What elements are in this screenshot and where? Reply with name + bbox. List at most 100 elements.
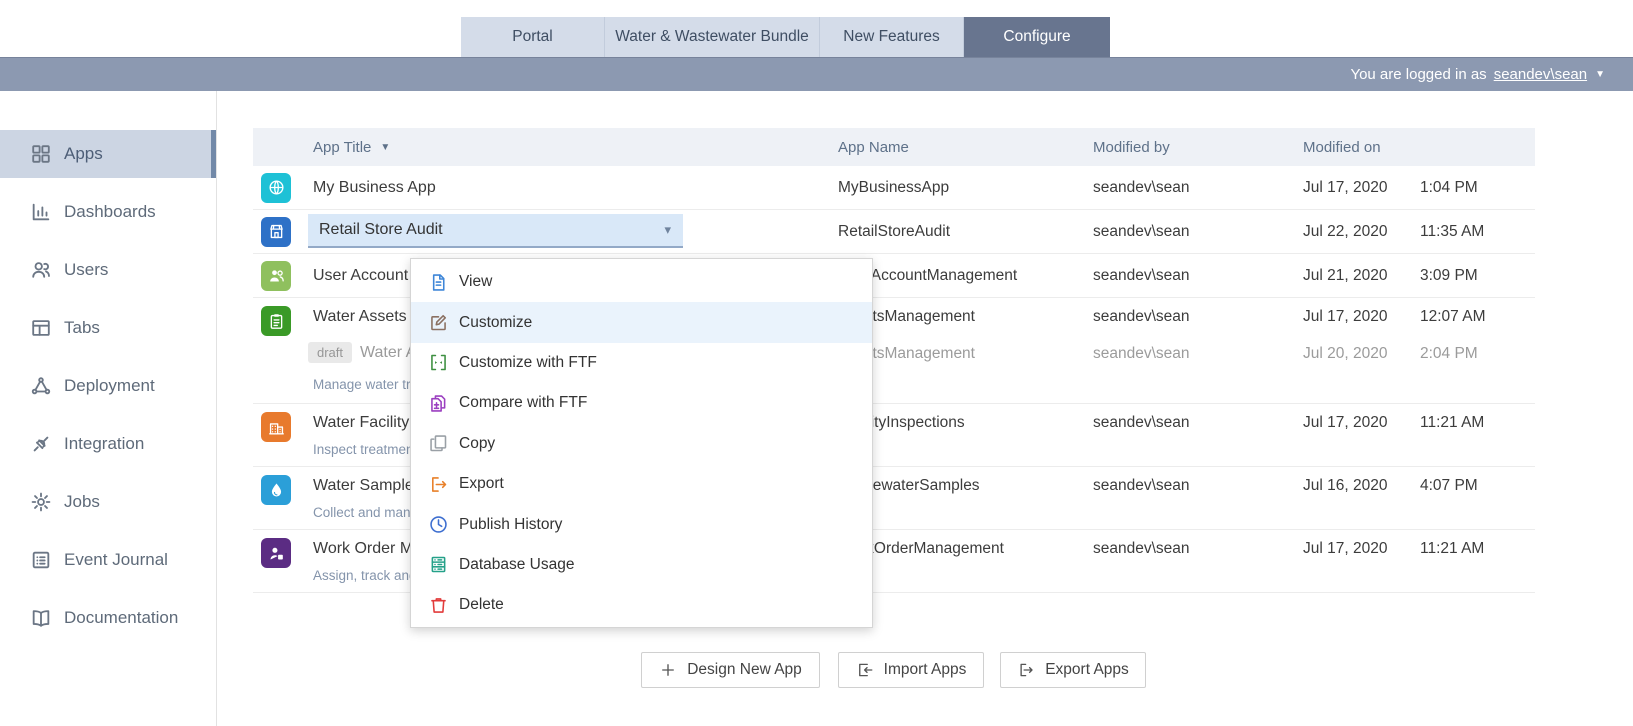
menu-item-export[interactable]: Export [411,464,872,504]
modified-date: Jul 16, 2020 [1303,477,1387,495]
modified-date: Jul 22, 2020 [1303,223,1387,241]
modified-date: Jul 17, 2020 [1303,414,1387,432]
export-icon [1017,661,1035,679]
column-header-app-name[interactable]: App Name [838,128,909,166]
button-label: Design New App [687,661,802,679]
tab-portal[interactable]: Portal [461,17,605,57]
tabs-icon [30,317,52,339]
users-icon [30,259,52,281]
customize-icon [428,312,449,333]
login-bar: You are logged in as seandev\sean ▼ [0,57,1633,91]
sidebar-item-label: Deployment [64,376,155,396]
import-apps-button[interactable]: Import Apps [838,652,984,688]
sidebar-item-event-journal[interactable]: Event Journal [0,536,216,584]
export-apps-button[interactable]: Export Apps [1000,652,1146,688]
history-icon [428,514,449,535]
modified-by: seandev\sean [1093,477,1190,495]
sidebar-item-label: Event Journal [64,550,168,570]
worker-app-icon [261,538,291,568]
grid-icon [30,143,52,165]
modified-by: seandev\sean [1093,540,1190,558]
modified-date: Jul 17, 2020 [1303,308,1387,326]
menu-item-label: Customize with FTF [459,354,597,372]
import-icon [856,661,874,679]
design-new-app-button[interactable]: Design New App [641,652,820,688]
menu-item-publish-history[interactable]: Publish History [411,504,872,544]
menu-item-label: Compare with FTF [459,394,587,412]
table-row[interactable]: My Business AppMyBusinessAppseandev\sean… [253,166,1535,210]
plug-icon [30,433,52,455]
sidebar-item-label: Apps [64,144,103,164]
menu-item-customize[interactable]: Customize [411,302,872,342]
menu-item-view[interactable]: View [411,262,872,302]
menu-item-label: Delete [459,596,504,614]
menu-item-label: View [459,273,492,291]
sidebar-item-users[interactable]: Users [0,246,216,294]
sidebar-item-label: Integration [64,434,144,454]
user-menu-caret-icon[interactable]: ▼ [1595,69,1605,80]
plus-icon [659,661,677,679]
sidebar-item-integration[interactable]: Integration [0,420,216,468]
sidebar-item-tabs[interactable]: Tabs [0,304,216,352]
modified-time: 12:07 AM [1420,308,1486,326]
sidebar-item-label: Tabs [64,318,100,338]
username-link[interactable]: seandev\sean [1494,66,1587,83]
menu-item-delete[interactable]: Delete [411,585,872,625]
dropdown-caret-icon: ▾ [664,222,671,238]
app-title: My Business App [313,179,436,197]
modified-time: 1:04 PM [1420,179,1478,197]
store-app-icon [261,217,291,247]
app-name: RetailStoreAudit [838,223,950,241]
copy-icon [428,433,449,454]
draft-badge: draft [308,342,352,363]
tab-configure[interactable]: Configure [964,17,1110,57]
menu-item-copy[interactable]: Copy [411,424,872,464]
top-tab-bar: PortalWater & Wastewater BundleNew Featu… [461,17,1110,57]
view-icon [428,272,449,293]
export-icon [428,474,449,495]
menu-item-database-usage[interactable]: Database Usage [411,545,872,585]
sidebar-item-label: Users [64,260,108,280]
sort-desc-icon: ▼ [380,142,390,153]
sidebar-item-label: Dashboards [64,202,156,222]
tab-new-features[interactable]: New Features [820,17,964,57]
button-label: Import Apps [884,661,967,679]
button-label: Export Apps [1045,661,1129,679]
sidebar-item-apps[interactable]: Apps [0,130,216,178]
menu-item-label: Customize [459,314,532,332]
modified-by: seandev\sean [1093,267,1190,285]
menu-item-compare-with-ftf[interactable]: Compare with FTF [411,383,872,423]
modified-time: 3:09 PM [1420,267,1478,285]
deploy-icon [30,375,52,397]
app-title: Water Samples [313,477,422,495]
sidebar-item-dashboards[interactable]: Dashboards [0,188,216,236]
modified-by: seandev\sean [1093,308,1190,326]
book-icon [30,607,52,629]
compare-icon [428,393,449,414]
column-header-app-title[interactable]: App Title ▼ [313,128,390,166]
globe-app-icon [261,173,291,203]
menu-item-customize-with-ftf[interactable]: Customize with FTF [411,343,872,383]
clipboard-app-icon [261,306,291,336]
modified-time: 11:35 AM [1420,223,1484,241]
menu-item-label: Publish History [459,516,562,534]
modified-by: seandev\sean [1093,179,1190,197]
gear-icon [30,491,52,513]
modified-time: 11:21 AM [1420,540,1484,558]
menu-item-label: Export [459,475,504,493]
table-row[interactable]: Retail Store Audit▾RetailStoreAuditseand… [253,210,1535,254]
tab-water-wastewater-bundle[interactable]: Water & Wastewater Bundle [605,17,820,57]
selected-app-title: Retail Store Audit [319,221,443,239]
sidebar: Apps Dashboards Users Tabs Deployment Integra… [0,91,217,726]
sidebar-item-documentation[interactable]: Documentation [0,594,216,642]
modified-date: Jul 17, 2020 [1303,540,1387,558]
droplet-app-icon [261,475,291,505]
app-title-dropdown[interactable]: Retail Store Audit ▾ [308,214,683,248]
sidebar-item-deployment[interactable]: Deployment [0,362,216,410]
sidebar-item-label: Documentation [64,608,178,628]
column-header-modified-by[interactable]: Modified by [1093,128,1170,166]
menu-item-label: Copy [459,435,495,453]
column-header-modified-on[interactable]: Modified on [1303,128,1381,166]
modified-by: seandev\sean [1093,414,1190,432]
sidebar-item-jobs[interactable]: Jobs [0,478,216,526]
